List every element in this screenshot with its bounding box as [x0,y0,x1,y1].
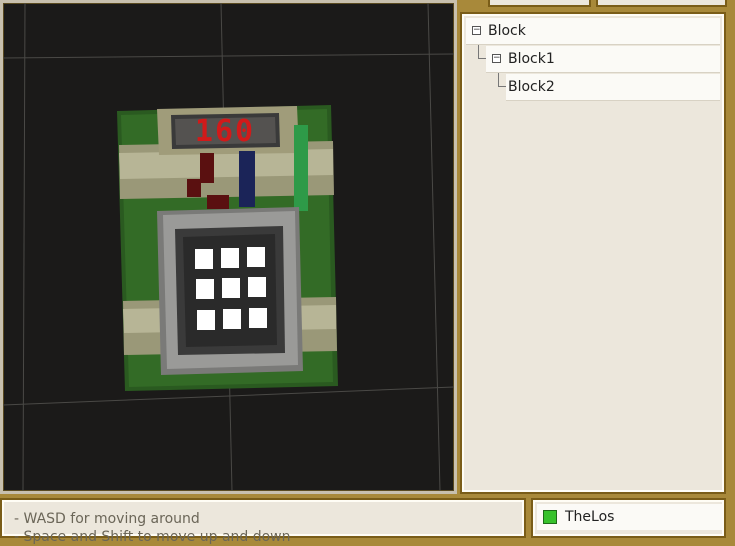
player-status-icon [543,510,557,524]
keypad[interactable] [157,207,303,375]
top-tab-right[interactable] [596,0,727,7]
help-line: - WASD for moving around [14,511,200,527]
bomb-module[interactable]: 160 [117,105,338,391]
players-panel: TheLos [531,498,726,538]
player-name: TheLos [565,509,615,525]
blue-wire[interactable] [239,151,255,207]
collapse-icon[interactable]: − [492,54,501,63]
tree-item-label: Block1 [508,51,555,67]
top-tab-left[interactable] [488,0,591,7]
tree-item-label: Block [488,23,526,39]
green-wire[interactable] [294,125,308,211]
player-row[interactable]: TheLos [537,504,722,530]
tree-item-label: Block2 [508,79,555,95]
help-line: - Space and Shift to move up and down [14,529,291,545]
scene-render: 160 [3,3,454,491]
tree-item-block1[interactable]: − Block1 [486,46,720,73]
game-viewport[interactable]: 160 [0,0,457,494]
tree-item-block[interactable]: − Block [466,18,720,45]
timer-display: 160 [171,113,280,149]
tree-item-block2[interactable]: Block2 [506,74,720,101]
collapse-icon[interactable]: − [472,26,481,35]
timer-digits: 160 [195,114,255,149]
help-panel: - WASD for moving around - Space and Shi… [0,498,526,545]
block-tree-panel: − Block − Block1 Block2 [460,12,726,494]
red-wire[interactable] [200,153,214,183]
